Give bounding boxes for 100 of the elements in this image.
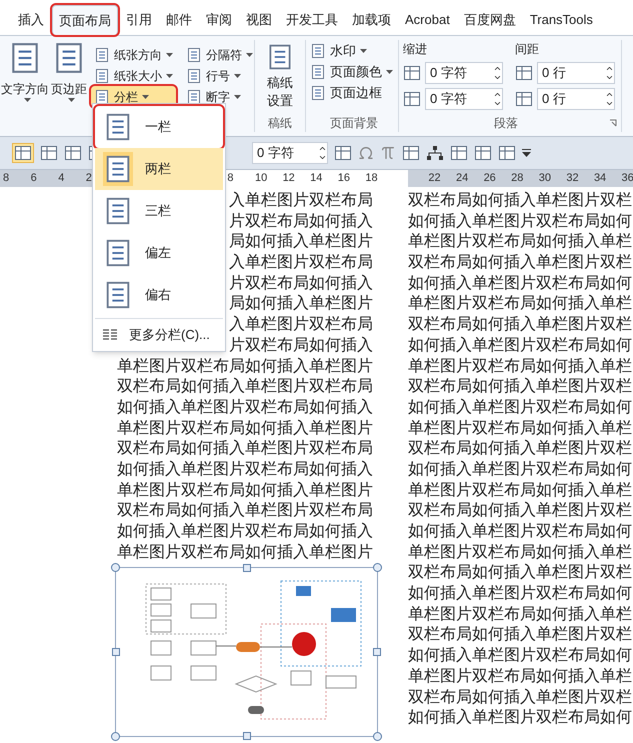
ribbon-large-button[interactable]: 文字方向 [1, 40, 49, 136]
border-grid-icon[interactable] [334, 145, 352, 161]
resize-handle[interactable] [243, 732, 251, 740]
ribbon-tab[interactable]: 百度网盘 [458, 5, 522, 35]
text-line: 如何插入单栏图片双栏布局如何 [408, 646, 632, 666]
ribbon-tab[interactable]: 视图 [240, 5, 278, 35]
text-line: 双栏布局如何插入单栏图片双栏 [408, 688, 632, 708]
caret-icon [386, 70, 393, 74]
text-line: 如何插入单栏图片双栏布局如何 [408, 274, 632, 294]
ribbon-tab[interactable]: 审阅 [200, 5, 238, 35]
spin-up-icon[interactable] [605, 90, 614, 99]
columns-icon [103, 152, 133, 186]
resize-handle[interactable] [243, 564, 251, 572]
ruler-number: 36 [622, 171, 633, 186]
text-line: 如何插入单栏图片双栏布局如何 [408, 398, 632, 418]
ribbon-tab[interactable]: 引用 [120, 5, 158, 35]
menu-item[interactable]: 三栏 [95, 190, 223, 232]
page-icon [94, 68, 110, 84]
manuscript-settings-button[interactable]: 稿纸设置 [262, 40, 298, 110]
ribbon-small-button[interactable]: 水印 [310, 40, 398, 61]
spin-down-icon[interactable] [493, 99, 502, 108]
ribbon-tab[interactable]: 开发工具 [280, 5, 344, 35]
group-label: 页面背景 [330, 115, 378, 132]
text-line: 单栏图片双栏布局如何插入单栏图片 [117, 542, 374, 563]
menu-item[interactable]: 更多分栏(C)... [95, 321, 223, 349]
ruler-number: 2 [84, 171, 93, 186]
spin-down-icon[interactable] [605, 99, 614, 108]
ruler-number: 10 [254, 171, 268, 186]
ribbon-tab[interactable]: 加载项 [346, 5, 397, 35]
ribbon-small-button[interactable]: 纸张大小 [91, 65, 176, 86]
spin-up-icon[interactable] [493, 90, 502, 99]
ribbon-tab[interactable]: Acrobat [399, 5, 456, 35]
text-line: 单栏图片双栏布局如何插入单栏 [408, 418, 632, 439]
resize-handle[interactable] [111, 563, 120, 572]
resize-handle[interactable] [112, 648, 120, 656]
text-line: 双栏布局如何插入单栏图片双栏布局 [117, 439, 374, 460]
table-icon[interactable] [14, 145, 32, 161]
text-line: 局如何插入单栏图片 [229, 294, 374, 314]
spinner-field[interactable]: 0 字符 [425, 88, 503, 110]
menu-item[interactable]: 偏右 [95, 274, 223, 316]
hierarchy-icon[interactable] [426, 145, 444, 161]
caret-icon [166, 74, 173, 78]
ruler-number: 4 [57, 171, 66, 186]
ribbon-small-button[interactable]: 行号 [183, 65, 256, 86]
text-line: 双栏布局如何插入单栏图片双栏 [408, 563, 632, 584]
text-line: 双栏布局如何插入单栏图片双栏 [408, 377, 632, 398]
resize-handle[interactable] [111, 732, 120, 742]
ruler-number: 16 [338, 171, 351, 186]
ribbon-small-button[interactable]: 纸张方向 [91, 44, 176, 65]
resize-handle[interactable] [373, 563, 382, 572]
spinner-field[interactable]: 0 字符 [252, 142, 328, 164]
table-icon[interactable] [64, 145, 82, 161]
page-icon [310, 64, 326, 80]
spinner-field[interactable]: 0 行 [537, 88, 615, 110]
text-line: 如何插入单栏图片双栏布局如何 [408, 584, 632, 604]
spin-up-icon[interactable] [318, 144, 327, 153]
text-line: 片双栏布局如何插入 [229, 336, 374, 356]
text-line: 单栏图片双栏布局如何插入单栏图片 [117, 480, 374, 501]
ribbon-small-button[interactable]: 页面颜色 [310, 61, 398, 82]
text-line: 如何插入单栏图片双栏布局如何 [408, 336, 632, 356]
ruler-number: 32 [566, 171, 580, 186]
resize-handle[interactable] [373, 648, 381, 656]
ribbon-small-button[interactable]: 分隔符 [183, 44, 256, 65]
ribbon-large-button[interactable]: 页边距 [51, 40, 87, 136]
text-line: 如何插入单栏图片双栏布局如何插入 [117, 398, 374, 418]
spinner-field[interactable]: 0 字符 [425, 62, 503, 84]
menu-item[interactable]: 两栏 [95, 148, 223, 190]
ribbon-tab[interactable]: 邮件 [160, 5, 198, 35]
resize-handle[interactable] [373, 732, 382, 742]
spin-down-icon[interactable] [318, 153, 327, 162]
indent-label: 缩进 [403, 41, 428, 58]
caret-icon [68, 98, 74, 102]
caret-icon[interactable] [522, 149, 531, 157]
ruler-number: 14 [310, 171, 324, 186]
text-line: 单栏图片双栏布局如何插入单栏 [408, 356, 632, 376]
text-line: 局如何插入单栏图片 [229, 232, 374, 252]
ribbon-small-button[interactable]: 页面边框 [310, 82, 398, 103]
spinner-field[interactable]: 0 行 [537, 62, 615, 84]
menu-item[interactable]: 一栏 [95, 106, 223, 148]
spin-up-icon[interactable] [605, 64, 614, 73]
caret-icon [234, 94, 241, 98]
omega-icon[interactable] [358, 145, 374, 161]
caret-icon [360, 48, 367, 52]
menu-item[interactable]: 偏左 [95, 232, 223, 274]
table-icon[interactable] [40, 145, 58, 161]
dialog-launcher-icon[interactable] [609, 119, 617, 127]
spin-down-icon[interactable] [605, 73, 614, 82]
pi-icon[interactable] [380, 145, 396, 161]
page-icon [186, 68, 202, 84]
text-line: 双栏布局如何插入单栏图片双栏布局 [117, 501, 374, 522]
group-label: 段落 [494, 115, 518, 132]
ribbon-tab[interactable]: TransTools [524, 5, 599, 35]
spin-down-icon[interactable] [493, 73, 502, 82]
ribbon-tab[interactable]: 页面布局 [52, 5, 118, 35]
spin-up-icon[interactable] [493, 64, 502, 73]
ribbon-tab[interactable]: 插入 [12, 5, 50, 35]
page-icon [94, 46, 110, 62]
caret-icon [234, 74, 241, 78]
ruler-number: 6 [30, 171, 38, 186]
text-line: 入单栏图片双栏布局 [229, 191, 374, 211]
